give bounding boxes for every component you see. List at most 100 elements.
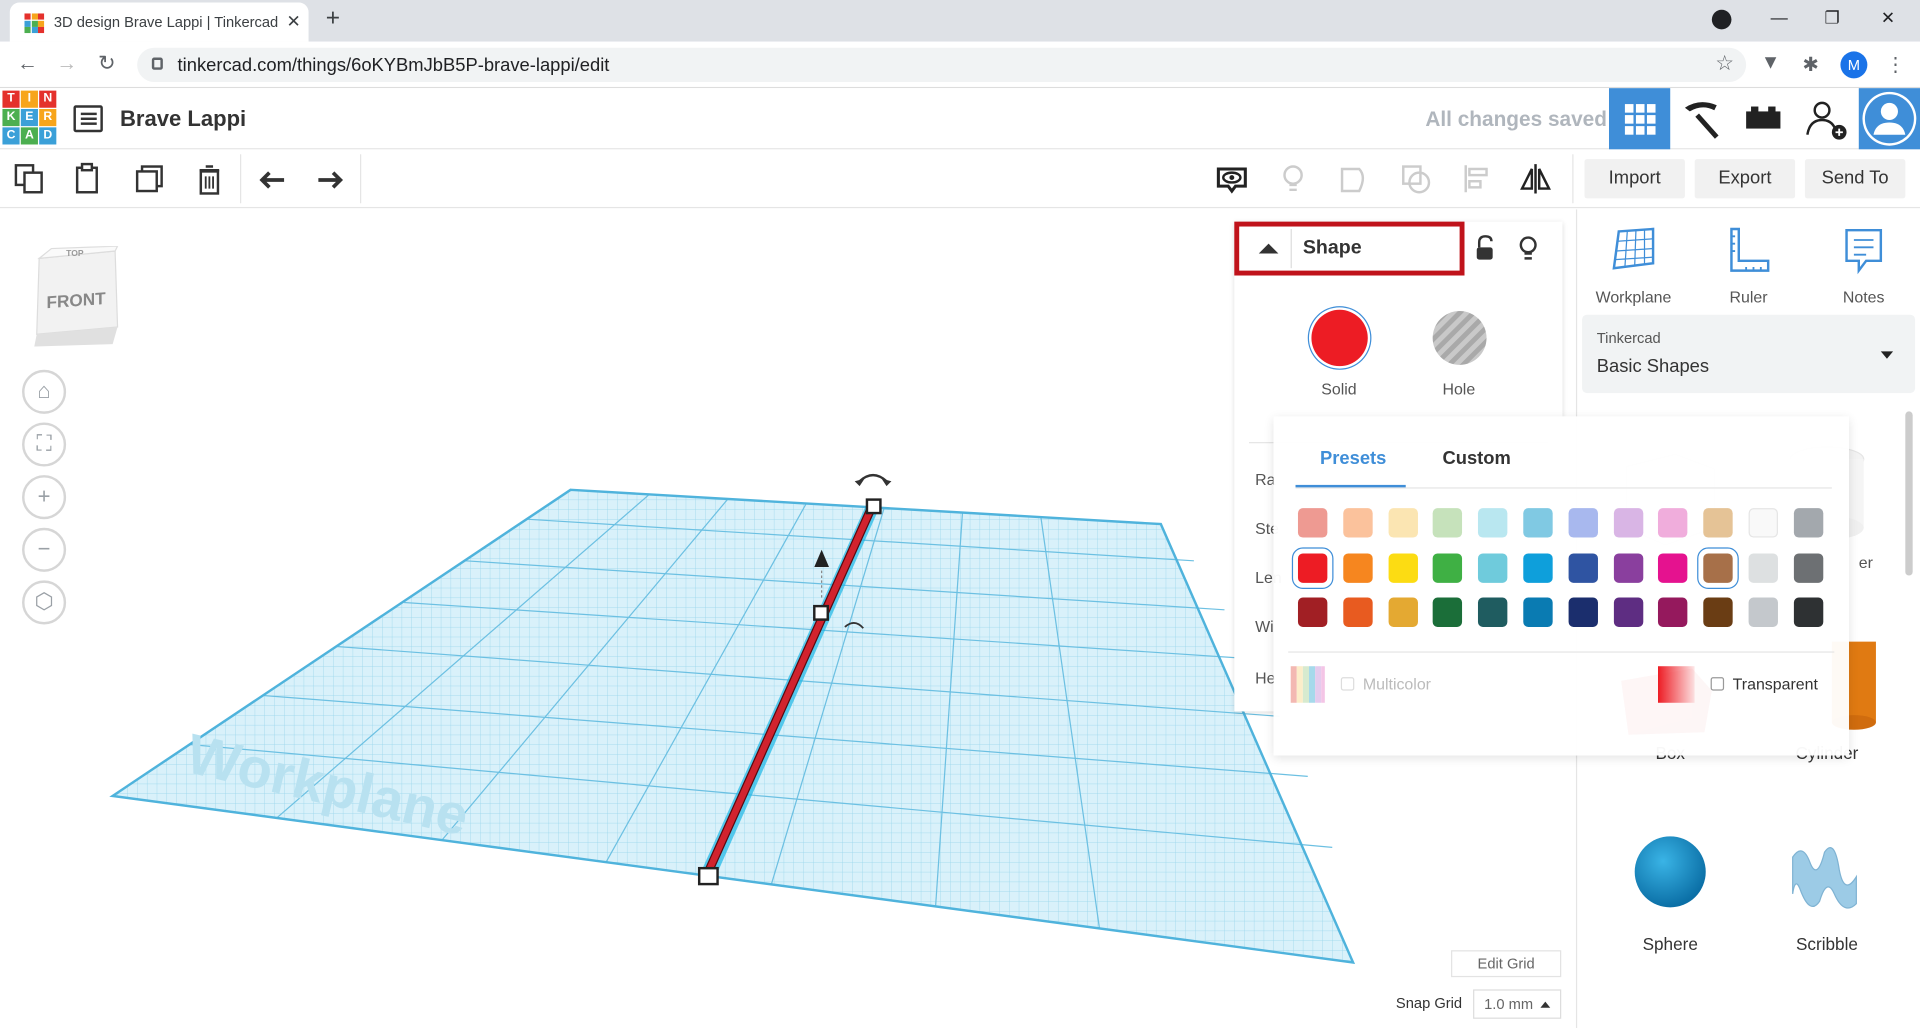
extension-icon[interactable]: ▼ bbox=[1761, 53, 1780, 75]
zoom-in-icon[interactable]: + bbox=[22, 475, 67, 520]
color-swatch[interactable] bbox=[1658, 508, 1688, 538]
snap-grid-select[interactable]: 1.0 mm bbox=[1473, 989, 1562, 1019]
notes-tool[interactable]: Notes bbox=[1815, 227, 1913, 306]
tab-presets[interactable]: Presets bbox=[1320, 448, 1386, 469]
color-swatch[interactable] bbox=[1388, 597, 1418, 627]
lightbulb-icon[interactable] bbox=[1276, 162, 1310, 196]
new-tab-icon[interactable]: + bbox=[326, 5, 340, 33]
tab-custom[interactable]: Custom bbox=[1442, 448, 1510, 469]
tab-search-icon[interactable] bbox=[1711, 9, 1732, 30]
send-to-button[interactable]: Send To bbox=[1804, 159, 1906, 199]
hole-swatch[interactable] bbox=[1431, 310, 1487, 366]
color-swatch[interactable] bbox=[1523, 597, 1553, 627]
color-swatch[interactable] bbox=[1478, 597, 1508, 627]
color-swatch[interactable] bbox=[1478, 552, 1508, 583]
back-icon[interactable]: ← bbox=[17, 51, 38, 75]
url-text[interactable]: tinkercad.com/things/6oKYBmJbB5P-brave-l… bbox=[178, 55, 610, 76]
color-swatch[interactable] bbox=[1388, 508, 1418, 538]
light-bulb-icon[interactable] bbox=[1516, 234, 1540, 263]
forward-icon[interactable]: → bbox=[56, 51, 77, 75]
color-swatch[interactable] bbox=[1523, 552, 1553, 583]
ungroup-icon[interactable] bbox=[1398, 162, 1432, 196]
multicolor-checkbox[interactable] bbox=[1340, 677, 1355, 691]
omnibox[interactable]: tinkercad.com/things/6oKYBmJbB5P-brave-l… bbox=[137, 47, 1747, 83]
unlock-icon[interactable] bbox=[1472, 234, 1499, 263]
color-swatch[interactable] bbox=[1793, 508, 1824, 538]
delete-icon[interactable] bbox=[192, 162, 226, 196]
rotate-handle-icon[interactable] bbox=[858, 473, 888, 483]
fit-view-icon[interactable]: ⛶ bbox=[22, 422, 67, 467]
close-tab-icon[interactable]: ✕ bbox=[287, 11, 301, 32]
color-swatch[interactable] bbox=[1613, 508, 1643, 538]
bookmark-star-icon[interactable]: ☆ bbox=[1715, 51, 1734, 75]
user-avatar[interactable] bbox=[1858, 88, 1920, 150]
browser-tab[interactable]: 3D design Brave Lappi | Tinkercad ✕ bbox=[9, 2, 309, 42]
color-swatch[interactable] bbox=[1388, 552, 1418, 583]
invite-user-button[interactable] bbox=[1795, 88, 1856, 149]
color-swatch[interactable] bbox=[1703, 508, 1733, 538]
minimize-icon[interactable]: — bbox=[1771, 7, 1788, 27]
show-all-icon[interactable] bbox=[1215, 162, 1249, 196]
color-swatch[interactable] bbox=[1748, 508, 1778, 538]
color-swatch[interactable] bbox=[1523, 508, 1553, 538]
color-swatch[interactable] bbox=[1658, 597, 1688, 627]
color-swatch[interactable] bbox=[1433, 508, 1463, 538]
group-icon[interactable] bbox=[1337, 162, 1371, 196]
color-swatch[interactable] bbox=[1433, 597, 1463, 627]
copy-icon[interactable] bbox=[12, 162, 46, 196]
shape-scribble-label[interactable]: Scribble bbox=[1772, 934, 1882, 954]
color-swatch[interactable] bbox=[1343, 552, 1373, 583]
home-view-icon[interactable]: ⌂ bbox=[22, 369, 67, 414]
bricks-button[interactable] bbox=[1731, 88, 1792, 149]
browser-menu-icon[interactable]: ⋮ bbox=[1886, 53, 1906, 77]
project-name[interactable]: Brave Lappi bbox=[120, 107, 246, 133]
build-mode-button[interactable] bbox=[1670, 88, 1731, 149]
panel-scrollbar[interactable] bbox=[1905, 411, 1913, 576]
extensions-puzzle-icon[interactable]: ✱ bbox=[1802, 53, 1818, 77]
redo-icon[interactable] bbox=[313, 162, 347, 196]
design-list-icon[interactable] bbox=[73, 105, 103, 133]
view-cube-front[interactable]: FRONT bbox=[47, 288, 106, 312]
color-swatch[interactable] bbox=[1568, 597, 1598, 627]
color-swatch[interactable] bbox=[1433, 552, 1463, 583]
duplicate-icon[interactable] bbox=[132, 162, 166, 196]
collapse-caret-icon[interactable] bbox=[1258, 243, 1279, 254]
color-swatch[interactable] bbox=[1343, 597, 1373, 627]
library-selector[interactable]: Tinkercad Basic Shapes bbox=[1582, 314, 1916, 394]
reload-icon[interactable]: ↻ bbox=[98, 51, 115, 75]
sphere-shape[interactable] bbox=[1632, 834, 1708, 910]
color-swatch[interactable] bbox=[1613, 597, 1643, 627]
color-swatch[interactable] bbox=[1748, 597, 1778, 627]
undo-icon[interactable] bbox=[255, 162, 289, 196]
shape-sphere-label[interactable]: Sphere bbox=[1615, 934, 1725, 954]
color-swatch[interactable] bbox=[1297, 508, 1328, 538]
color-swatch[interactable] bbox=[1568, 552, 1598, 583]
color-swatch[interactable] bbox=[1703, 597, 1733, 627]
ruler-tool[interactable]: Ruler bbox=[1700, 227, 1798, 306]
color-swatch[interactable] bbox=[1478, 508, 1508, 538]
solid-color-swatch[interactable] bbox=[1311, 309, 1368, 367]
tinkercad-logo[interactable]: T I N K E R C A D bbox=[2, 90, 57, 146]
color-swatch[interactable] bbox=[1613, 552, 1643, 583]
perspective-icon[interactable]: ⬡ bbox=[22, 580, 67, 625]
import-button[interactable]: Import bbox=[1584, 159, 1685, 199]
close-window-icon[interactable]: ✕ bbox=[1881, 7, 1895, 28]
scribble-shape[interactable] bbox=[1785, 840, 1861, 916]
color-swatch[interactable] bbox=[1793, 597, 1824, 627]
view-cube[interactable]: FRONT TOP bbox=[32, 245, 120, 347]
zoom-out-icon[interactable]: − bbox=[22, 527, 67, 572]
inspector-header[interactable]: Shape bbox=[1234, 221, 1465, 276]
color-swatch[interactable] bbox=[1748, 552, 1778, 583]
profile-avatar[interactable]: M bbox=[1840, 51, 1868, 79]
paste-icon[interactable] bbox=[71, 162, 105, 196]
color-swatch[interactable] bbox=[1697, 546, 1740, 589]
restore-icon[interactable]: ❐ bbox=[1825, 7, 1840, 28]
view-cube-top[interactable]: TOP bbox=[66, 250, 83, 259]
export-button[interactable]: Export bbox=[1694, 159, 1796, 199]
workplane-tool[interactable]: Workplane bbox=[1585, 227, 1683, 306]
color-swatch[interactable] bbox=[1291, 546, 1334, 589]
edit-grid-button[interactable]: Edit Grid bbox=[1451, 950, 1562, 978]
mirror-icon[interactable] bbox=[1518, 162, 1552, 196]
3d-view-button[interactable] bbox=[1608, 88, 1671, 150]
color-swatch[interactable] bbox=[1658, 552, 1688, 583]
